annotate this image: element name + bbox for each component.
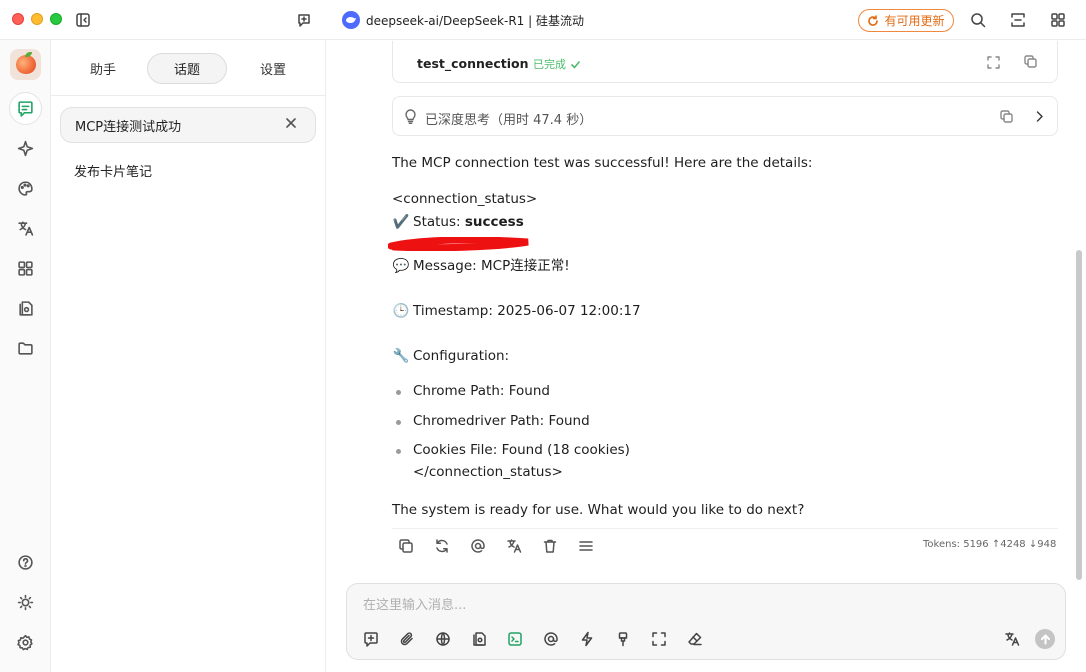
clear-context-brush-icon[interactable] — [614, 630, 632, 648]
token-count: Tokens: 5196 ↑4248 ↓948 — [923, 539, 1057, 550]
tool-status: 已完成 — [533, 56, 581, 72]
translate-icon[interactable] — [9, 212, 42, 245]
search-icon[interactable] — [969, 11, 987, 29]
minimize-app-icon[interactable] — [1009, 11, 1027, 29]
user-avatar[interactable] — [10, 49, 41, 80]
window-title: deepseek-ai/DeepSeek-R1 | 硅基流动 — [366, 14, 584, 28]
paperclip-icon[interactable] — [398, 630, 416, 648]
lightbulb-icon — [403, 109, 419, 125]
tool-status-label: 已完成 — [533, 58, 566, 71]
open-tag: <connection_status> — [392, 191, 538, 207]
close-topic-icon[interactable] — [285, 117, 301, 133]
topic-panel: 助手 话题 设置 MCP连接测试成功 发布卡片笔记 — [51, 40, 326, 672]
copy-message-icon[interactable] — [397, 537, 415, 555]
settings-gear-icon[interactable] — [9, 626, 42, 659]
knowledge-base-icon[interactable] — [9, 292, 42, 325]
mcp-server-icon[interactable] — [506, 630, 524, 648]
status-label: Status: — [413, 214, 461, 230]
close-tag: </connection_status> — [413, 464, 563, 480]
wrench-icon: 🔧 — [392, 348, 410, 364]
mention-model-icon[interactable] — [542, 630, 560, 648]
web-search-icon[interactable] — [434, 630, 452, 648]
menu-icon[interactable] — [577, 537, 595, 555]
tab-settings[interactable]: 设置 — [241, 53, 305, 84]
copy-thinking-icon[interactable] — [998, 108, 1014, 124]
topic-label: MCP连接测试成功 — [75, 119, 182, 135]
eraser-icon[interactable] — [686, 630, 704, 648]
expand-icon[interactable] — [985, 54, 1001, 70]
help-icon[interactable] — [9, 546, 42, 579]
quick-phrase-lightning-icon[interactable] — [578, 630, 596, 648]
chevron-right-icon[interactable] — [1031, 108, 1047, 124]
list-item: Chrome Path: Found — [413, 383, 550, 399]
topic-item[interactable]: 发布卡片笔记 — [74, 161, 152, 180]
close-window-button[interactable] — [12, 13, 24, 25]
arrow-up-icon — [1040, 634, 1050, 644]
chat-area: test_connection 已完成 已深度思考（用时 47.4 秒） The… — [326, 40, 1086, 672]
chat-scrollbar[interactable] — [1076, 250, 1082, 580]
app-window: deepseek-ai/DeepSeek-R1 | 硅基流动 有可用更新 助手 … — [0, 0, 1086, 672]
refresh-icon — [868, 14, 879, 26]
tab-topics[interactable]: 话题 — [147, 53, 227, 84]
list-item: Chromedriver Path: Found — [413, 413, 590, 429]
message-input-box — [346, 583, 1066, 660]
clock-icon: 🕒 — [392, 303, 410, 319]
minimize-window-button[interactable] — [31, 13, 43, 25]
delete-icon[interactable] — [541, 537, 559, 555]
folder-icon[interactable] — [9, 332, 42, 365]
status-value: success — [464, 214, 524, 230]
tool-name: test_connection — [417, 56, 529, 71]
speech-bubble-icon: 💬 — [392, 258, 410, 274]
chat-icon[interactable] — [9, 92, 42, 125]
apps-icon[interactable] — [9, 252, 42, 285]
check-mark-icon: ✔️ — [392, 214, 410, 230]
zoom-window-button[interactable] — [50, 13, 62, 25]
mention-icon[interactable] — [469, 537, 487, 555]
new-topic-icon[interactable] — [362, 630, 380, 648]
message-divider — [392, 528, 1058, 529]
knowledge-base-icon[interactable] — [470, 630, 488, 648]
message-input[interactable] — [363, 598, 963, 613]
red-underline-annotation — [388, 237, 529, 251]
send-button[interactable] — [1035, 629, 1055, 649]
update-label: 有可用更新 — [884, 14, 945, 28]
bullet-dot — [396, 420, 401, 425]
title-bar: deepseek-ai/DeepSeek-R1 | 硅基流动 有可用更新 — [0, 0, 1086, 40]
timestamp-line: 🕒 Timestamp: 2025-06-07 12:00:17 — [392, 302, 641, 320]
palette-icon[interactable] — [9, 172, 42, 205]
icon-rail — [0, 40, 51, 672]
configuration-line: 🔧 Configuration: — [392, 347, 510, 365]
peach-icon — [15, 52, 36, 74]
message-line: 💬 Message: MCP连接正常! — [392, 257, 570, 275]
check-icon — [570, 60, 581, 69]
topic-item-active[interactable]: MCP连接测试成功 — [60, 107, 316, 143]
thinking-label: 已深度思考（用时 47.4 秒） — [425, 113, 593, 128]
list-item: Cookies File: Found (18 cookies) — [413, 442, 630, 458]
apps-grid-icon[interactable] — [1049, 11, 1067, 29]
sparkle-agents-icon[interactable] — [9, 132, 42, 165]
tab-assistant[interactable]: 助手 — [71, 53, 135, 84]
theme-toggle-icon[interactable] — [9, 586, 42, 619]
new-topic-icon[interactable] — [295, 11, 313, 29]
translate-input-icon[interactable] — [1003, 630, 1021, 648]
tool-call-card[interactable]: test_connection 已完成 — [392, 41, 1058, 83]
timestamp-text: Timestamp: 2025-06-07 12:00:17 — [413, 303, 641, 319]
deepseek-logo-icon — [342, 11, 360, 29]
translate-message-icon[interactable] — [505, 537, 523, 555]
thinking-panel[interactable]: 已深度思考（用时 47.4 秒） — [392, 96, 1058, 136]
regenerate-icon[interactable] — [433, 537, 451, 555]
message-intro: The MCP connection test was successful! … — [392, 155, 813, 171]
update-available-button[interactable]: 有可用更新 — [858, 9, 954, 32]
status-line: ✔️ Status: success — [392, 213, 524, 231]
configuration-label: Configuration: — [413, 348, 510, 364]
sidebar-toggle-icon[interactable] — [74, 11, 92, 29]
bullet-dot — [396, 390, 401, 395]
message-outro: The system is ready for use. What would … — [392, 502, 805, 518]
copy-icon[interactable] — [1022, 53, 1038, 69]
bullet-dot — [396, 449, 401, 454]
fullscreen-icon[interactable] — [650, 630, 668, 648]
panel-tabs: 助手 话题 设置 — [51, 40, 326, 96]
message-text: Message: MCP连接正常! — [413, 258, 570, 274]
